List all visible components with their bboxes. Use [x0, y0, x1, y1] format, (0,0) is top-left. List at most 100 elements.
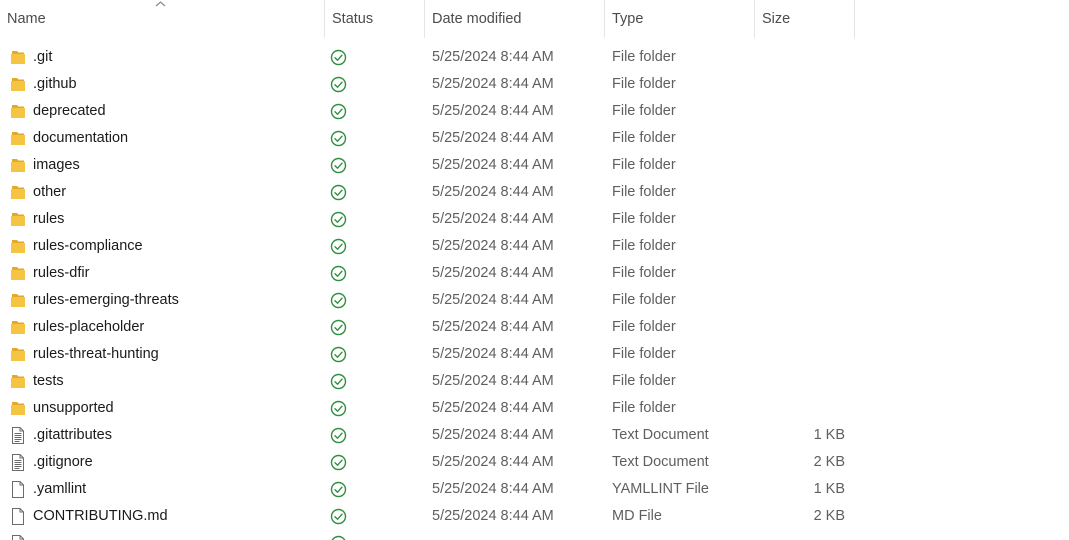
file-name[interactable]: rules	[33, 206, 64, 233]
file-row[interactable]: deprecated 5/25/2024 8:44 AM File folder	[0, 98, 1069, 125]
synced-check-icon	[330, 346, 347, 363]
file-type: File folder	[612, 44, 676, 71]
folder-icon	[10, 103, 26, 120]
file-row[interactable]: .yamllint5/25/2024 8:44 AMYAMLLINT File1…	[0, 476, 1069, 503]
file-row[interactable]: tests5/25/2024 8:44 AMFile folder	[0, 368, 1069, 395]
file-type: Text Document	[612, 422, 709, 449]
file-name[interactable]: .git	[33, 44, 52, 71]
date-modified: 5/25/2024 8:44 AM	[432, 71, 554, 98]
synced-check-icon	[330, 373, 347, 390]
folder-icon	[10, 346, 26, 363]
date-modified: 5/25/2024 8:44 AM	[432, 125, 554, 152]
column-header-size[interactable]: Size	[755, 0, 855, 38]
column-header-type-label: Type	[612, 11, 643, 27]
file-row[interactable]: .gitignore5/25/2024 8:44 AMText Document…	[0, 449, 1069, 476]
blank-file-icon	[10, 481, 26, 498]
file-row[interactable]: CONTRIBUTING.md 5/25/2024 8:44 AM MD File 2…	[0, 503, 1069, 530]
file-name[interactable]: .gitignore	[33, 449, 93, 476]
file-type: File folder	[612, 341, 676, 368]
file-row[interactable]: rules-dfir5/25/2024 8:44 AMFile folder	[0, 260, 1069, 287]
file-size	[760, 395, 845, 422]
blank-file-icon	[10, 508, 26, 525]
file-name[interactable]: other	[33, 179, 66, 206]
column-header-status-label: Status	[332, 11, 373, 27]
file-row[interactable]: images5/25/2024 8:44 AMFile folder	[0, 152, 1069, 179]
file-row[interactable]: .git5/25/2024 8:44 AMFile folder	[0, 44, 1069, 71]
synced-check-icon	[330, 103, 347, 120]
file-row[interactable]: rules-emerging-threats5/25/2024 8:44 AMF…	[0, 287, 1069, 314]
file-type: File folder	[612, 125, 676, 152]
file-name[interactable]: rules-placeholder	[33, 314, 144, 341]
file-name[interactable]: .gitattributes	[33, 422, 112, 449]
file-name[interactable]: rules-dfir	[33, 260, 89, 287]
file-name[interactable]: unsupported	[33, 395, 114, 422]
file-row[interactable]: documentation 5/25/2024 8:44 AM File folde…	[0, 125, 1069, 152]
file-size	[760, 233, 845, 260]
date-modified: 5/25/2024 8:44 AM	[432, 98, 554, 125]
synced-check-icon	[330, 481, 347, 498]
date-modified: 5/25/2024 8:44 AM	[432, 314, 554, 341]
folder-icon	[10, 157, 26, 174]
date-modified: 5/25/2024 8:44 AM	[432, 341, 554, 368]
file-type: File folder	[612, 287, 676, 314]
column-header-type[interactable]: Type	[605, 0, 755, 38]
folder-icon	[10, 400, 26, 417]
file-list: .git5/25/2024 8:44 AMFile folder.github5…	[0, 44, 1069, 540]
file-type: File folder	[612, 314, 676, 341]
file-row[interactable]: rules-placeholder 5/25/2024 8:44 AM File f…	[0, 314, 1069, 341]
file-size: 1 KB	[760, 422, 845, 449]
file-size	[760, 341, 845, 368]
file-type: File folder	[612, 71, 676, 98]
file-row-partial[interactable]	[0, 530, 1069, 540]
file-type: File folder	[612, 233, 676, 260]
file-row[interactable]: .gitattributes 5/25/2024 8:44 AM Text Docu…	[0, 422, 1069, 449]
file-row[interactable]: rules 5/25/2024 8:44 AM File folder	[0, 206, 1069, 233]
file-size	[760, 260, 845, 287]
folder-icon	[10, 49, 26, 66]
file-name[interactable]: rules-threat-hunting	[33, 341, 159, 368]
file-row[interactable]: rules-threat-hunting 5/25/2024 8:44 AM Fil…	[0, 341, 1069, 368]
file-size	[760, 71, 845, 98]
file-type: MD File	[612, 503, 662, 530]
file-name[interactable]: rules-emerging-threats	[33, 287, 179, 314]
date-modified: 5/25/2024 8:44 AM	[432, 179, 554, 206]
file-row[interactable]: other5/25/2024 8:44 AMFile folder	[0, 179, 1069, 206]
synced-check-icon	[330, 454, 347, 471]
file-row[interactable]: rules-compliance5/25/2024 8:44 AMFile fo…	[0, 233, 1069, 260]
file-type: Text Document	[612, 449, 709, 476]
synced-check-icon	[330, 211, 347, 228]
file-type: File folder	[612, 98, 676, 125]
file-size	[760, 179, 845, 206]
file-name[interactable]: tests	[33, 368, 64, 395]
file-size: 2 KB	[760, 503, 845, 530]
synced-check-icon	[330, 508, 347, 525]
file-type: File folder	[612, 395, 676, 422]
file-type: File folder	[612, 206, 676, 233]
synced-check-icon	[330, 130, 347, 147]
synced-check-icon	[330, 319, 347, 336]
file-name[interactable]: rules-compliance	[33, 233, 143, 260]
file-size	[760, 314, 845, 341]
file-name[interactable]: images	[33, 152, 80, 179]
column-header-date[interactable]: Date modified	[425, 0, 605, 38]
file-name[interactable]: deprecated	[33, 98, 106, 125]
folder-icon	[10, 373, 26, 390]
date-modified: 5/25/2024 8:44 AM	[432, 206, 554, 233]
date-modified: 5/25/2024 8:44 AM	[432, 260, 554, 287]
file-row[interactable]: unsupported5/25/2024 8:44 AMFile folder	[0, 395, 1069, 422]
synced-check-icon	[330, 157, 347, 174]
file-name[interactable]: .github	[33, 71, 77, 98]
file-row[interactable]: .github 5/25/2024 8:44 AM File folder	[0, 71, 1069, 98]
file-size: 1 KB	[760, 476, 845, 503]
file-name[interactable]: .yamllint	[33, 476, 86, 503]
file-size	[760, 98, 845, 125]
date-modified: 5/25/2024 8:44 AM	[432, 503, 554, 530]
file-size	[760, 152, 845, 179]
synced-check-icon	[330, 238, 347, 255]
column-header-status[interactable]: Status	[325, 0, 425, 38]
date-modified: 5/25/2024 8:44 AM	[432, 422, 554, 449]
text-document-icon	[10, 454, 26, 471]
column-header-name[interactable]: Name	[0, 0, 325, 38]
file-name[interactable]: CONTRIBUTING.md	[33, 503, 168, 530]
file-name[interactable]: documentation	[33, 125, 128, 152]
